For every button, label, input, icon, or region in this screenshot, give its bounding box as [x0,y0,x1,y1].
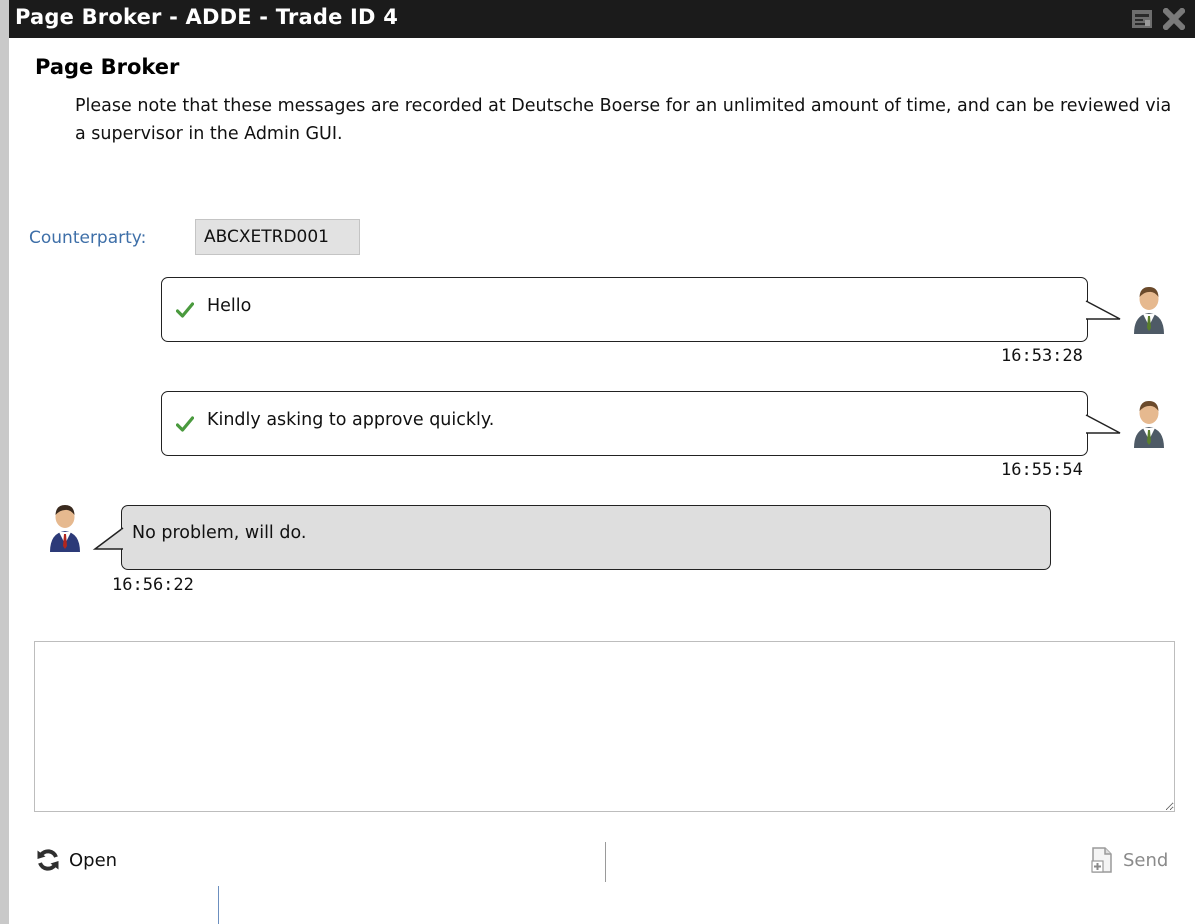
toolbar-divider [605,842,606,882]
message-timestamp: 16:56:22 [112,575,194,595]
window-title: Page Broker - ADDE - Trade ID 4 [15,5,399,29]
counterparty-label: Counterparty: [29,228,147,248]
message-text: Hello [207,296,252,316]
open-button[interactable]: Open [36,846,117,874]
counterparty-value: ABCXETRD001 [195,219,360,255]
recording-notice: Please note that these messages are reco… [75,96,1172,144]
send-document-icon [1091,847,1112,873]
bubble-tail [92,527,125,550]
message-text: Kindly asking to approve quickly. [207,410,495,430]
open-button-label: Open [69,849,118,871]
restore-icon[interactable] [1131,8,1153,30]
message-timestamp: 16:53:28 [1001,346,1083,366]
message-timestamp: 16:55:54 [1001,460,1083,480]
message-text: No problem, will do. [132,523,307,543]
toolbar-divider [218,886,219,924]
user-avatar-icon [1134,401,1164,448]
close-icon[interactable] [1163,8,1185,30]
counterparty-avatar-icon [50,505,80,552]
message-compose-input[interactable] [34,641,1175,812]
send-button[interactable]: Send [1090,846,1168,874]
bubble-tail [1085,300,1121,320]
check-icon [176,416,194,432]
page-broker-window: Page Broker - ADDE - Trade ID 4 Page Bro… [9,0,1195,924]
check-icon [176,302,194,318]
title-bar[interactable]: Page Broker - ADDE - Trade ID 4 [9,0,1195,38]
message-bubble-incoming: No problem, will do. [121,505,1051,570]
action-bar: Open Send [9,830,1195,924]
user-avatar-icon [1134,287,1164,334]
page-heading: Page Broker [35,55,180,79]
message-bubble-outgoing: Kindly asking to approve quickly. [161,391,1088,456]
bubble-tail [1085,414,1121,434]
send-button-label: Send [1123,849,1169,871]
refresh-icon [37,849,59,871]
message-bubble-outgoing: Hello [161,277,1088,342]
